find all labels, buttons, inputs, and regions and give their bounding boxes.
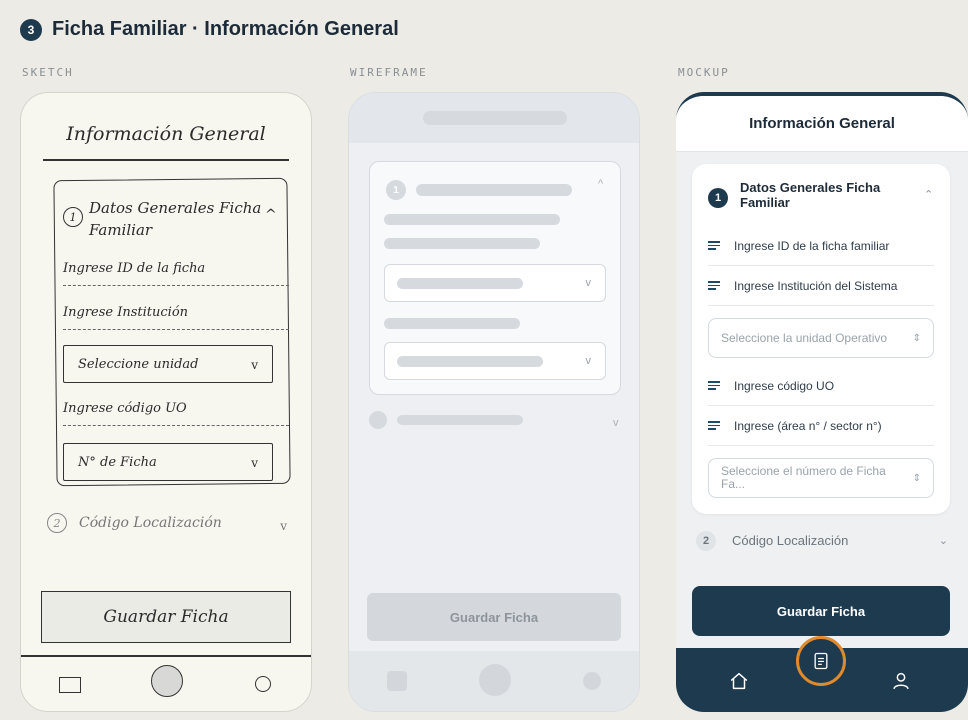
sketch-field-codigo[interactable]: Ingrese código UO <box>63 401 187 416</box>
small-circle-icon[interactable] <box>583 672 601 690</box>
wireframe-phone: 1 ^ v v v Guardar Ficha <box>348 92 640 712</box>
chevron-down-icon: v <box>585 355 592 367</box>
sketch-divider <box>43 159 289 161</box>
wireframe-section1-title-placeholder <box>416 184 572 196</box>
chevron-up-icon[interactable]: ⌃ <box>924 188 933 201</box>
sketch-dash-2 <box>63 329 289 330</box>
user-icon[interactable] <box>890 670 912 692</box>
home-icon[interactable] <box>728 670 750 692</box>
mockup-field-codigo-label: Ingrese código UO <box>734 378 835 393</box>
mockup-section2[interactable]: 2 Código Localización ⌄ <box>696 530 948 552</box>
chevron-up-icon[interactable]: ^ <box>598 178 603 190</box>
mockup-select-unidad-label: Seleccione la unidad Operativo <box>721 330 888 345</box>
mockup-field-area-label: Ingrese (área n° / sector n°) <box>734 418 882 433</box>
mockup-section1-title: Datos Generales Ficha Familiar <box>740 180 881 210</box>
page-header: 3 Ficha Familiar · Información General <box>20 18 399 41</box>
sketch-column-label: SKETCH <box>22 66 74 79</box>
wireframe-save-button[interactable]: Guardar Ficha <box>367 593 621 641</box>
chevron-down-icon[interactable]: v <box>613 417 619 429</box>
wireframe-field-placeholder <box>384 238 540 249</box>
sketch-select-ficha[interactable]: N° de Ficha v <box>63 443 273 481</box>
sketch-select-unidad[interactable]: Seleccione unidad v <box>63 345 273 383</box>
page-title: Ficha Familiar · Información General <box>52 18 399 40</box>
sketch-select-unidad-label: Seleccione unidad <box>78 356 199 372</box>
text-lines-icon <box>708 381 720 390</box>
mockup-field-institucion[interactable]: Ingrese Institución del Sistema <box>708 266 934 306</box>
circle-icon[interactable] <box>479 664 511 696</box>
wireframe-section1-number: 1 <box>386 180 406 200</box>
step-badge: 3 <box>20 18 42 41</box>
sketch-section1-caret[interactable]: ^ <box>265 207 277 223</box>
chevron-down-icon: v <box>251 358 258 372</box>
mockup-section1-card: 1 Datos Generales Ficha Familiar ⌃ Ingre… <box>692 164 950 514</box>
text-lines-icon <box>708 421 720 430</box>
mockup-field-id-label: Ingrese ID de la ficha familiar <box>734 238 890 253</box>
chevron-down-icon: ⌄ <box>938 535 948 547</box>
circle-icon[interactable] <box>151 665 183 697</box>
sketch-section2-title: Código Localización <box>79 515 222 531</box>
wireframe-section2-title-placeholder <box>397 415 523 425</box>
mockup-field-codigo[interactable]: Ingrese código UO <box>708 366 934 406</box>
sketch-dash-3 <box>63 425 289 426</box>
text-lines-icon <box>708 281 720 290</box>
mockup-field-id[interactable]: Ingrese ID de la ficha familiar <box>708 226 934 266</box>
wireframe-select-placeholder <box>397 278 523 289</box>
sketch-section1-number: 1 <box>63 207 83 227</box>
wireframe-title-placeholder <box>423 111 567 125</box>
sketch-section2-number: 2 <box>47 513 67 533</box>
sketch-dash-1 <box>63 285 289 286</box>
sketch-section2[interactable]: 2 Código Localización v <box>47 513 291 537</box>
sketch-select-ficha-label: N° de Ficha <box>78 454 157 470</box>
document-button[interactable] <box>796 636 846 686</box>
mockup-select-ficha-label: Seleccione el número de Ficha Fa... <box>721 464 886 491</box>
wireframe-select-placeholder <box>397 356 543 367</box>
wireframe-field-placeholder <box>384 214 560 225</box>
updown-arrows-icon: ⇕ <box>912 333 921 344</box>
chevron-down-icon: v <box>585 277 592 289</box>
wireframe-field-placeholder <box>384 318 520 329</box>
wireframe-section2-number <box>369 411 387 429</box>
square-icon[interactable] <box>59 677 81 693</box>
mockup-field-institucion-label: Ingrese Institución del Sistema <box>734 278 898 293</box>
mockup-column-label: MOCKUP <box>678 66 730 79</box>
document-icon <box>814 652 828 670</box>
mockup-nav-bar <box>676 636 968 712</box>
mockup-select-unidad[interactable]: Seleccione la unidad Operativo ⇕ <box>708 318 934 358</box>
square-icon[interactable] <box>387 671 407 691</box>
sketch-phone: Información General 1 Datos Generales Fi… <box>20 92 312 712</box>
sketch-field-institucion[interactable]: Ingrese Institución <box>63 305 188 320</box>
wireframe-select[interactable]: v <box>384 264 606 302</box>
mockup-section1-number: 1 <box>708 188 728 208</box>
wireframe-select[interactable]: v <box>384 342 606 380</box>
wireframe-column-label: WIREFRAME <box>350 66 428 79</box>
wireframe-nav-bar <box>349 651 639 711</box>
mockup-header-title: Información General <box>676 96 968 152</box>
small-circle-icon[interactable] <box>255 676 271 692</box>
sketch-save-button[interactable]: Guardar Ficha <box>41 591 291 643</box>
mockup-select-ficha[interactable]: Seleccione el número de Ficha Fa... ⇕ <box>708 458 934 498</box>
sketch-field-id[interactable]: Ingrese ID de la ficha <box>63 261 205 276</box>
sketch-section1-title: Datos Generales Ficha Familiar <box>89 199 262 239</box>
mockup-section2-number: 2 <box>696 531 716 551</box>
wireframe-section-card: 1 ^ v v <box>369 161 621 395</box>
mockup-save-button[interactable]: Guardar Ficha <box>692 586 950 636</box>
sketch-nav-bar <box>21 655 311 711</box>
mockup-phone: Información General 1 Datos Generales Fi… <box>676 92 968 712</box>
mockup-field-area[interactable]: Ingrese (área n° / sector n°) <box>708 406 934 446</box>
updown-arrows-icon: ⇕ <box>912 473 921 484</box>
chevron-down-icon: v <box>251 456 258 470</box>
chevron-down-icon: v <box>280 519 287 533</box>
mockup-section2-title: Código Localización <box>732 533 849 548</box>
text-lines-icon <box>708 241 720 250</box>
sketch-title: Información General <box>66 123 266 145</box>
wireframe-header <box>349 93 639 143</box>
